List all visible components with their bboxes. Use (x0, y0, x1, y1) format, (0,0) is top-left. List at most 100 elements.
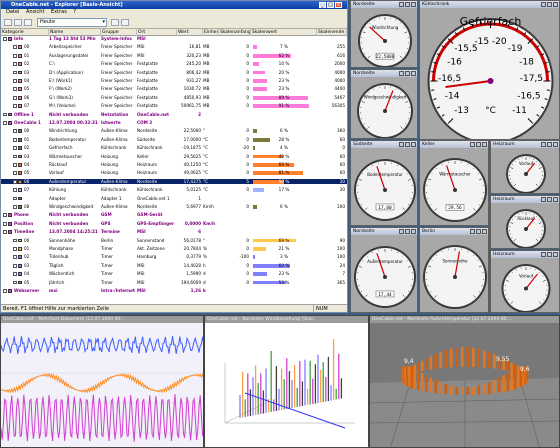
table-row[interactable]: 05 Vorlauf Heizung Heizraum 49,0625 °C 0 81 % 60 (1, 170, 347, 176)
row-checkbox[interactable] (3, 112, 7, 117)
panel-min-button[interactable] (541, 197, 546, 202)
table-row[interactable]: 01 Bodentemperatur Außen-Klima Südseite 17,0… (1, 137, 347, 143)
row-checkbox[interactable] (13, 146, 17, 150)
panel-close-button[interactable] (553, 197, 558, 202)
row-checkbox[interactable] (3, 213, 7, 218)
row-checkbox[interactable] (13, 179, 17, 184)
row-checkbox[interactable] (13, 45, 17, 50)
table-row[interactable]: OneCable 1 12.07.2004 00:32:31 Istwerte COM… (1, 120, 347, 126)
row-checkbox[interactable] (13, 87, 17, 92)
row-checkbox[interactable] (13, 79, 17, 83)
filter-icon[interactable] (111, 19, 119, 26)
table-row[interactable]: Phone Nicht verbunden GSM GSM-Gerät (1, 212, 347, 218)
gauge-panel-suedseite[interactable]: Südseite Bodentemperatur 17,00 (350, 140, 418, 226)
properties-icon[interactable] (24, 19, 32, 26)
table-row[interactable]: Position Nicht verbunden GPS GPS-Empfänger 0… (1, 221, 347, 227)
panel-max-button[interactable] (547, 142, 552, 147)
panel-close-button[interactable] (482, 142, 487, 147)
row-checkbox[interactable] (3, 289, 7, 293)
panel-close-button[interactable] (553, 142, 558, 147)
row-checkbox[interactable] (13, 163, 17, 167)
panel-min-button[interactable] (399, 229, 404, 234)
table-row[interactable]: 04 E:\ (Work1) Freier Speicher Festplatte 93… (1, 78, 347, 84)
table-row[interactable]: 03 Wärmetauscher Heizung Keller 29,5625 °C 0 49… (1, 154, 347, 160)
menu-help[interactable]: ? (73, 9, 76, 15)
table-row[interactable]: 02 Gefrierfach Kühlschrank Kühlschrank -19,1… (1, 145, 347, 151)
gauge-panel-nordseite3[interactable]: Nordseite Außentemperatur 17,44 (350, 227, 418, 313)
panel-min-button[interactable] (541, 2, 546, 7)
column-header[interactable]: Kategorie (1, 29, 49, 36)
panel-close-button[interactable] (553, 2, 558, 7)
table-row[interactable]: 07 M:\ (Volume) Freier Speicher Festplatte 5… (1, 103, 347, 109)
row-checkbox[interactable] (13, 104, 17, 108)
table-row[interactable]: Offline 1 Nicht verbunden Netzstation OneCa… (1, 112, 347, 118)
panel-min-button[interactable] (541, 252, 546, 257)
gauge-panel-keller[interactable]: Keller Wärmetauscher 29,56 (419, 140, 489, 226)
gauge-panel-heizraum2[interactable]: Heizraum Rücklauf (490, 195, 560, 249)
table-row[interactable]: Webserver mxi Intra-/Internet MSI 1,26 k (1, 288, 347, 294)
panel-close-button[interactable] (482, 229, 487, 234)
panel-min-button[interactable] (399, 2, 404, 7)
panel-max-button[interactable] (547, 197, 552, 202)
table-row[interactable]: 06 Außentemperatur Außen-Klima Nordseite 17,… (1, 178, 347, 185)
column-header[interactable]: Skalenanfang (219, 29, 251, 36)
table-row[interactable]: 08 Windgeschwindigkeit Außen-Klima Nordseit… (1, 204, 347, 210)
column-header[interactable]: Skalenende (317, 29, 347, 36)
table-row[interactable]: 00 Sonnenhöhe Berlin Sonnenstand 56,0178 ° 0 69… (1, 238, 347, 244)
gauge-panel-heizraum1[interactable]: Heizraum Vorlauf (490, 140, 560, 194)
row-checkbox[interactable] (13, 255, 17, 260)
row-checkbox[interactable] (13, 70, 17, 75)
table-row[interactable]: Timeline 13.07.2004 14:25:21 Termine MSI 6 (1, 229, 347, 235)
row-checkbox[interactable] (13, 272, 17, 276)
table-row[interactable]: 01 Auslagerungsdatei Freier Speicher MSI 320… (1, 53, 347, 59)
row-checkbox[interactable] (13, 62, 17, 66)
table-row[interactable]: 07 Kühlung Kühlschrank Kühlschrank 5,0125 °C 0… (1, 187, 347, 193)
row-checkbox[interactable] (13, 247, 17, 251)
panel-max-button[interactable] (547, 2, 552, 7)
maximize-button[interactable]: □ (327, 2, 334, 8)
panel-max-button[interactable] (476, 142, 481, 147)
row-checkbox[interactable] (13, 154, 17, 159)
row-checkbox[interactable] (13, 263, 17, 268)
column-header[interactable]: Name (49, 29, 101, 36)
menu-datei[interactable]: Datei (6, 9, 19, 15)
gauge-panel-nordseite1[interactable]: Nordseite Windrichtung 22,5000 (350, 0, 418, 68)
panel-max-button[interactable] (476, 229, 481, 234)
row-checkbox[interactable] (13, 280, 17, 285)
row-checkbox[interactable] (13, 95, 17, 100)
column-header[interactable]: Ort (137, 29, 177, 36)
minimize-button[interactable]: _ (319, 2, 326, 8)
panel-close-button[interactable] (411, 2, 416, 7)
row-checkbox[interactable] (13, 129, 17, 134)
wind-chart-window[interactable]: OneCable.net - Nordseite Windbeziehung [… (204, 315, 369, 448)
row-checkbox[interactable] (3, 230, 7, 234)
panel-max-button[interactable] (405, 2, 410, 7)
refresh-icon[interactable] (4, 19, 12, 26)
close-button[interactable]: × (335, 2, 342, 8)
table-row[interactable]: 05 F:\ (Work2) Freier Speicher Festplatte 10… (1, 86, 347, 92)
row-checkbox[interactable] (13, 53, 17, 58)
view-select[interactable]: Heute ▾ (37, 18, 107, 27)
panel-min-button[interactable] (470, 142, 475, 147)
panel-min-button[interactable] (470, 229, 475, 234)
panel-close-button[interactable] (411, 142, 416, 147)
settings-icon[interactable] (121, 19, 129, 26)
gauge-panel-heizraum3[interactable]: Heizraum Vorlauf (490, 250, 560, 313)
menu-extras[interactable]: Extras (51, 9, 67, 15)
table-row[interactable]: 00 Arbeitsspeicher Freier Speicher MSI 16,81… (1, 44, 347, 50)
panel-min-button[interactable] (399, 142, 404, 147)
panel-max-button[interactable] (547, 252, 552, 257)
table-row[interactable]: 06 G:\ (Work3) Freier Speicher Festplatte 48… (1, 95, 347, 101)
table-row[interactable]: 02 C:\ Freier Speicher Festplatte 245,20 MB 0 1… (1, 61, 347, 67)
row-checkbox[interactable] (13, 205, 17, 209)
row-checkbox[interactable] (3, 37, 7, 41)
column-header[interactable]: Einheit (203, 29, 219, 36)
menu-ansicht[interactable]: Ansicht (26, 9, 44, 15)
copy-icon[interactable] (14, 19, 22, 26)
column-header[interactable]: Wert (177, 29, 203, 36)
table-row[interactable]: 01 Mondphase Timer Akt. Zeitzone 20,7844% 0 21… (1, 246, 347, 252)
line-chart-window[interactable]: OneCable.net - Mehrfach-Dokument [12.07.… (0, 315, 204, 448)
panel-max-button[interactable] (405, 229, 410, 234)
gauge-panel-berlin[interactable]: Berlin Sonnenhöhe (419, 227, 489, 313)
column-header[interactable]: Gruppe (101, 29, 137, 36)
